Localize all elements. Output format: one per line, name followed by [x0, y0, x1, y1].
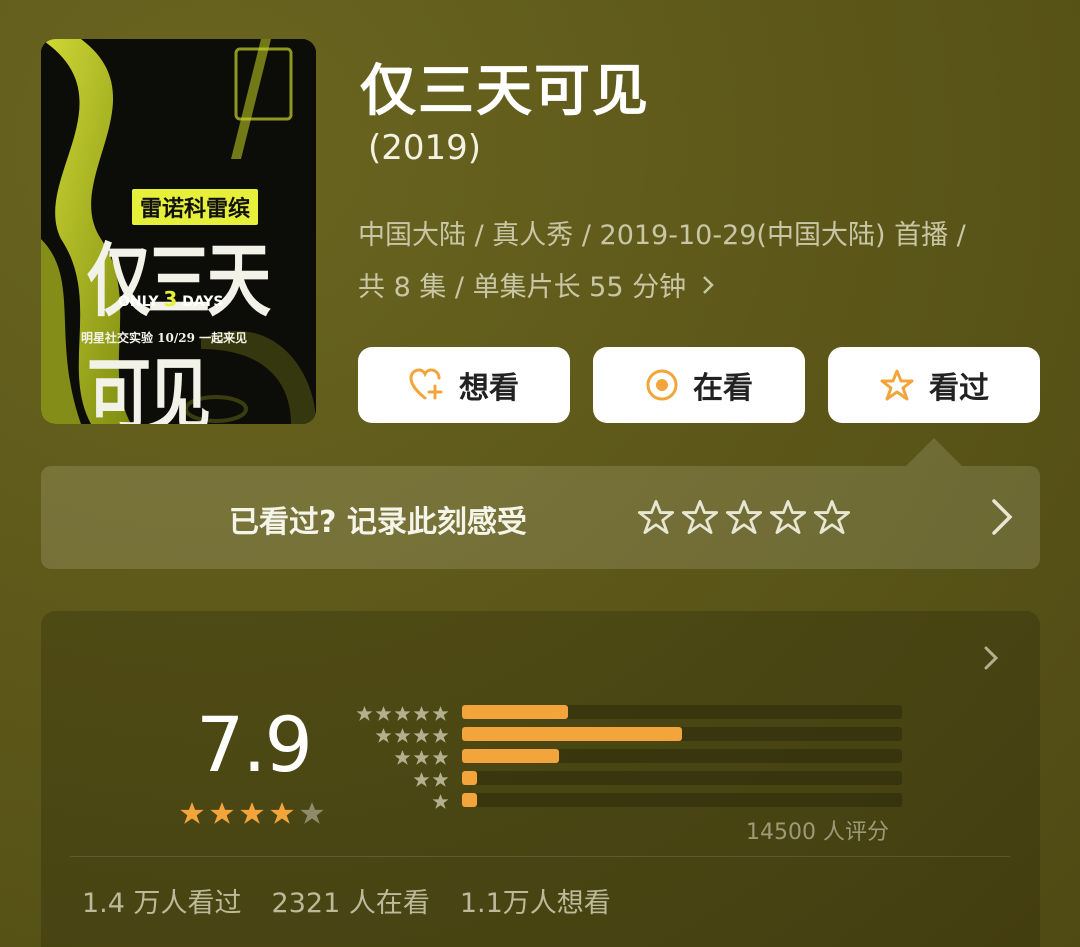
- star-icon: [240, 802, 264, 824]
- watched-count: 1.4 万人看过: [82, 888, 242, 919]
- want-button[interactable]: 想看: [358, 347, 570, 423]
- rating-score: 7.9: [196, 700, 313, 789]
- star-icon: [180, 802, 204, 824]
- star-icon: [413, 727, 430, 743]
- distribution-stars-row: [340, 746, 450, 768]
- watching-count: 2321 人在看: [271, 888, 430, 919]
- show-meta[interactable]: 中国大陆 / 真人秀 / 2019-10-29(中国大陆) 首播 / 共 8 集…: [358, 210, 1048, 314]
- star-icon: [356, 705, 373, 721]
- rate-star-input[interactable]: [636, 498, 852, 536]
- heart-plus-icon: [409, 368, 445, 402]
- distribution-stars-row: [340, 768, 450, 790]
- page-title: 仅三天可见: [360, 59, 650, 124]
- rating-distribution-stars: [340, 702, 450, 812]
- distribution-stars-row: [340, 724, 450, 746]
- star-icon: [413, 749, 430, 765]
- rate-bar[interactable]: [41, 466, 1040, 569]
- rate-prompt: 已看过? 记录此刻感受: [229, 505, 527, 540]
- star-icon: [432, 727, 449, 743]
- star-outline-icon[interactable]: [636, 498, 676, 536]
- distribution-bar-track: [462, 771, 902, 785]
- rating-stars: [178, 799, 326, 827]
- star-outline-icon[interactable]: [724, 498, 764, 536]
- distribution-bar-track: [462, 793, 902, 807]
- want-label: 想看: [459, 371, 519, 406]
- distribution-bar-track: [462, 749, 902, 763]
- target-circle-icon: [645, 368, 679, 402]
- release-year: (2019): [368, 128, 482, 168]
- chevron-right-icon: [692, 272, 715, 303]
- distribution-bar-fill: [462, 793, 478, 807]
- watched-button[interactable]: 看过: [828, 347, 1040, 423]
- distribution-bar-fill: [462, 727, 682, 741]
- watching-button[interactable]: 在看: [593, 347, 805, 423]
- rating-distribution-bars: [462, 705, 902, 815]
- star-icon: [394, 705, 411, 721]
- star-icon: [413, 771, 430, 787]
- meta-line-1: 中国大陆 / 真人秀 / 2019-10-29(中国大陆) 首播 /: [358, 220, 966, 251]
- rate-bar-pointer: [906, 438, 962, 466]
- distribution-stars-row: [340, 790, 450, 812]
- divider: [70, 856, 1010, 857]
- star-outline-icon: [879, 368, 915, 402]
- poster-title: 仅三天可见: [87, 234, 271, 425]
- star-icon: [413, 705, 430, 721]
- watched-label: 看过: [929, 371, 989, 406]
- star-outline-icon[interactable]: [768, 498, 808, 536]
- meta-line-2: 共 8 集 / 单集片长 55 分钟: [358, 262, 1048, 314]
- star-icon: [375, 727, 392, 743]
- distribution-bar-track: [462, 727, 902, 741]
- star-icon: [394, 749, 411, 765]
- watching-label: 在看: [693, 371, 753, 406]
- poster-bottom-line: 明星社交实验 10/29 一起来见: [81, 331, 248, 345]
- watch-stats: 1.4 万人看过 2321 人在看 1.1万人想看: [82, 881, 611, 920]
- distribution-bar-fill: [462, 771, 478, 785]
- poster-subtitle: ONLY 3 DAYS: [118, 287, 224, 311]
- distribution-stars-row: [340, 702, 450, 724]
- raters-count: 14500 人评分: [746, 820, 889, 845]
- star-icon: [300, 802, 324, 824]
- star-icon: [432, 749, 449, 765]
- star-icon: [432, 771, 449, 787]
- star-icon: [270, 802, 294, 824]
- distribution-bar-track: [462, 705, 902, 719]
- poster-image[interactable]: 雷诺科雷缤 仅三天可见 ONLY 3 DAYS 明星社交实验 10/29 一起来…: [41, 39, 316, 424]
- chevron-right-icon[interactable]: [990, 495, 1016, 543]
- star-icon: [210, 802, 234, 824]
- star-icon: [432, 793, 449, 809]
- star-icon: [432, 705, 449, 721]
- star-outline-icon[interactable]: [812, 498, 852, 536]
- distribution-bar-fill: [462, 749, 559, 763]
- chevron-right-icon[interactable]: [982, 644, 1000, 676]
- star-icon: [375, 705, 392, 721]
- star-icon: [394, 727, 411, 743]
- want-count: 1.1万人想看: [459, 888, 611, 919]
- star-outline-icon[interactable]: [680, 498, 720, 536]
- distribution-bar-fill: [462, 705, 568, 719]
